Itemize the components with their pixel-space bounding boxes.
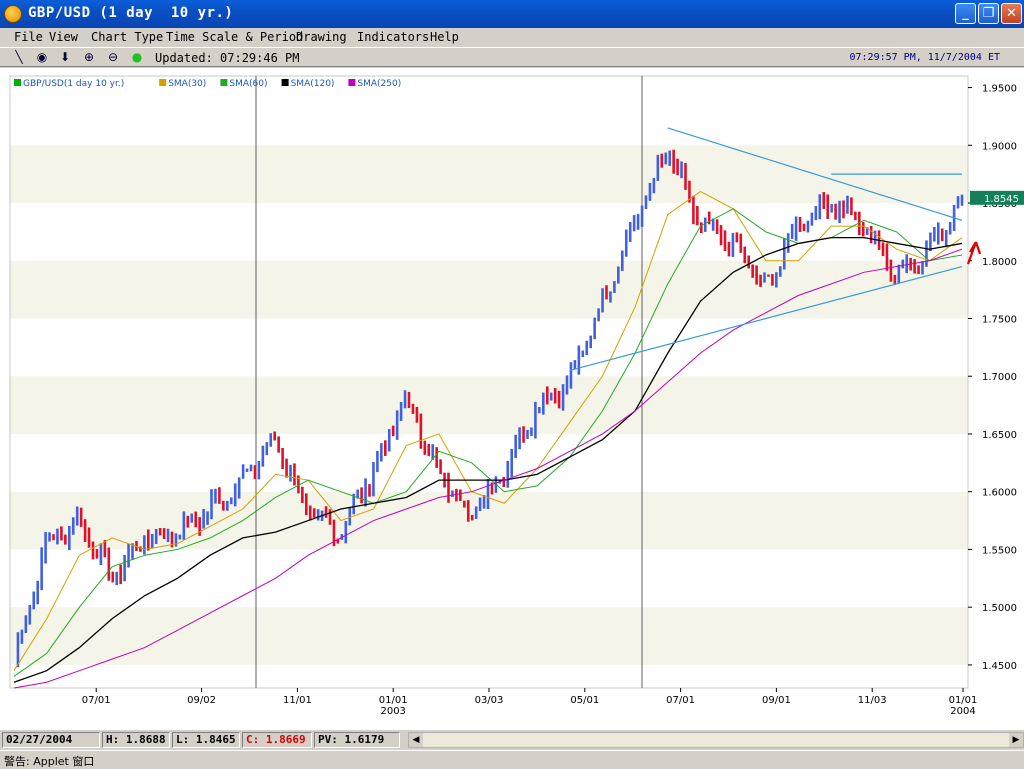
grid-band <box>10 376 968 434</box>
y-tick-label: 1.8000 <box>982 257 1017 268</box>
legend-swatch <box>159 79 167 86</box>
x-tick-label: 07/01 <box>666 695 695 706</box>
status-low: L: 1.8465 <box>172 732 240 748</box>
clock-readout: 07:29:57 PM, 11/7/2004 ET <box>849 52 1000 63</box>
status-date: 02/27/2004 <box>2 732 100 748</box>
menu-file[interactable]: File <box>14 30 43 44</box>
x-tick-year-label: 2003 <box>380 706 405 717</box>
applet-warning-text: 警告: Applet 窗口 <box>4 755 95 768</box>
x-tick-label: 01/01 <box>949 695 978 706</box>
minimize-button[interactable]: _ <box>955 3 976 24</box>
menu-time-scale[interactable]: Time Scale & Period <box>166 30 303 44</box>
status-close: C: 1.8669 <box>242 732 312 748</box>
menu-help[interactable]: Help <box>430 30 459 44</box>
window-title: GBP/USD (1 day 10 yr.) <box>28 5 234 21</box>
zoom-in-icon[interactable]: ⊕ <box>80 49 98 66</box>
x-tick-label: 01/01 <box>379 695 408 706</box>
grid-band <box>10 607 968 665</box>
x-tick-label: 09/02 <box>187 695 216 706</box>
up-arrow-annotation <box>966 241 982 265</box>
legend-label: GBP/USD(1 day 10 yr.) <box>23 79 124 89</box>
status-high: H: 1.8688 <box>102 732 170 748</box>
horizontal-scrollbar[interactable]: ◀ ▶ <box>408 732 1024 748</box>
y-tick-label: 1.7000 <box>982 372 1017 383</box>
maximize-button[interactable]: ❐ <box>978 3 999 24</box>
menu-chart-type[interactable]: Chart Type <box>91 30 163 44</box>
y-tick-label: 1.7500 <box>982 314 1017 325</box>
legend-label: SMA(30) <box>168 79 206 89</box>
x-tick-year-label: 2004 <box>950 706 975 717</box>
status-light-icon[interactable]: ● <box>128 49 146 66</box>
menu-view[interactable]: View <box>49 30 78 44</box>
legend-swatch <box>14 79 21 86</box>
x-tick-label: 11/03 <box>858 695 887 706</box>
crosshair-icon[interactable]: ◉ <box>33 49 51 66</box>
scroll-left-icon[interactable]: ◀ <box>409 733 423 747</box>
y-tick-label: 1.5000 <box>982 603 1017 614</box>
x-tick-label: 03/03 <box>475 695 504 706</box>
y-tick-label: 1.9500 <box>982 84 1017 95</box>
draw-line-icon[interactable]: ╲ <box>10 49 28 66</box>
menu-indicators[interactable]: Indicators <box>357 30 429 44</box>
price-chart[interactable]: 1.4500 1.5000 1.5500 1.6000 1.6500 1.7000 1.75… <box>0 68 1024 730</box>
close-button[interactable]: ✕ <box>1001 3 1022 24</box>
scroll-right-icon[interactable]: ▶ <box>1009 733 1023 747</box>
application-window: GBP/USD (1 day 10 yr.) _ ❐ ✕ File View C… <box>0 0 1024 768</box>
download-arrow-icon[interactable]: ⬇ <box>56 49 74 66</box>
title-bar[interactable]: GBP/USD (1 day 10 yr.) _ ❐ ✕ <box>0 0 1024 28</box>
legend-label: SMA(250) <box>357 79 401 89</box>
legend-swatch <box>281 79 289 86</box>
applet-warning-bar: 警告: Applet 窗口 <box>0 750 1024 768</box>
y-tick-label: 1.4500 <box>982 661 1017 672</box>
x-tick-label: 09/01 <box>762 695 791 706</box>
x-tick-label: 07/01 <box>82 695 111 706</box>
status-pv: PV: 1.6179 <box>314 732 400 748</box>
updated-time: Updated: 07:29:46 PM <box>155 51 300 65</box>
legend-swatch <box>220 79 228 86</box>
x-tick-label: 11/01 <box>283 695 312 706</box>
zoom-out-icon[interactable]: ⊖ <box>104 49 122 66</box>
legend-label: SMA(120) <box>291 79 335 89</box>
y-tick-label: 1.5500 <box>982 545 1017 556</box>
toolbar: ╲ ◉ ⬇ ⊕ ⊖ ● Updated: 07:29:46 PM 07:29:57 PM,… <box>0 47 1024 67</box>
legend-label: SMA(60) <box>229 79 267 89</box>
y-tick-label: 1.6500 <box>982 430 1017 441</box>
last-price-label: 1.8545 <box>984 194 1019 205</box>
y-tick-label: 1.6000 <box>982 488 1017 499</box>
x-tick-label: 05/01 <box>570 695 599 706</box>
legend-swatch <box>348 79 356 86</box>
chart-area[interactable]: 1.4500 1.5000 1.5500 1.6000 1.6500 1.7000 1.75… <box>0 68 1024 730</box>
status-bar: 02/27/2004 H: 1.8688 L: 1.8465 C: 1.8669… <box>0 731 1024 749</box>
menu-bar: File View Chart Type Time Scale & Period… <box>0 28 1024 47</box>
y-tick-label: 1.9000 <box>982 141 1017 152</box>
menu-drawing[interactable]: Drawing <box>296 30 347 44</box>
app-icon[interactable] <box>4 5 22 23</box>
grid-band <box>10 260 968 319</box>
